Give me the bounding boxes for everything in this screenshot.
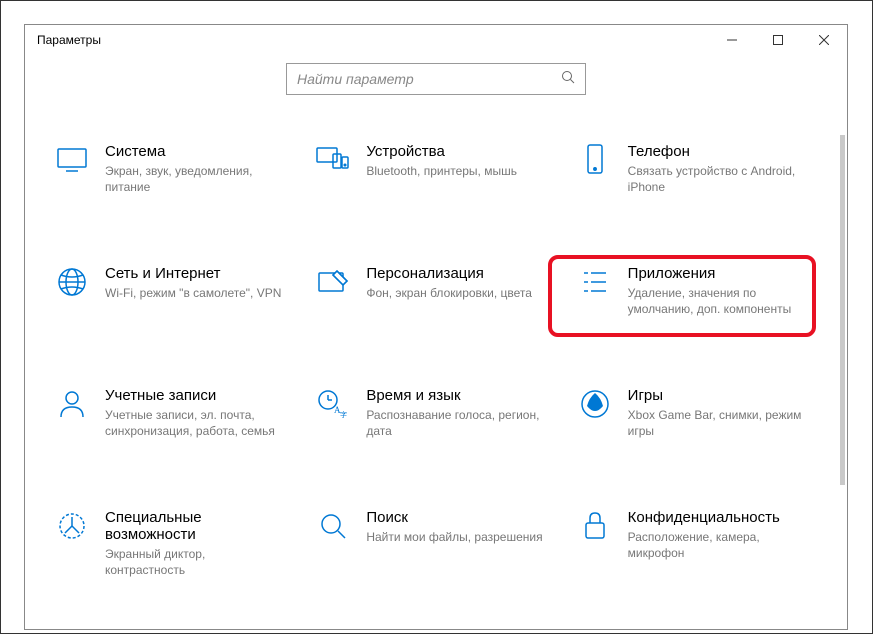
tile-title: Специальные возможности: [105, 509, 288, 543]
tile-title: Игры: [628, 387, 811, 404]
minimize-button[interactable]: [709, 25, 755, 55]
tile-devices[interactable]: Устройства Bluetooth, принтеры, мышь: [316, 143, 567, 203]
tile-network[interactable]: Сеть и Интернет Wi-Fi, режим "в самолете…: [55, 265, 306, 325]
window-controls: [709, 25, 847, 55]
settings-window: Параметры: [24, 24, 848, 630]
tile-title: Поиск: [366, 509, 542, 526]
time-icon: A字: [316, 387, 350, 421]
tile-gaming[interactable]: Игры Xbox Game Bar, снимки, режим игры: [578, 387, 829, 447]
network-icon: [55, 265, 89, 299]
system-icon: [55, 143, 89, 177]
tile-title: Конфиденциальность: [628, 509, 811, 526]
tile-desc: Найти мои файлы, разрешения: [366, 529, 542, 545]
tile-desc: Wi-Fi, режим "в самолете", VPN: [105, 285, 281, 301]
tile-accounts[interactable]: Учетные записи Учетные записи, эл. почта…: [55, 387, 306, 447]
tile-desc: Bluetooth, принтеры, мышь: [366, 163, 517, 179]
window-title: Параметры: [37, 33, 101, 47]
tile-desc: Связать устройство с Android, iPhone: [628, 163, 811, 195]
tile-desc: Учетные записи, эл. почта, синхронизация…: [105, 407, 288, 439]
phone-icon: [578, 143, 612, 177]
tile-title: Система: [105, 143, 288, 160]
search-icon: [561, 70, 575, 89]
tile-desc: Фон, экран блокировки, цвета: [366, 285, 532, 301]
tile-title: Сеть и Интернет: [105, 265, 281, 282]
tile-search[interactable]: Поиск Найти мои файлы, разрешения: [316, 509, 567, 578]
personalization-icon: [316, 265, 350, 299]
tile-apps[interactable]: Приложения Удаление, значения по умолчан…: [578, 265, 829, 325]
minimize-icon: [727, 35, 737, 45]
titlebar: Параметры: [25, 25, 847, 55]
content-area: Система Экран, звук, уведомления, питани…: [25, 113, 847, 629]
tile-privacy[interactable]: Конфиденциальность Расположение, камера,…: [578, 509, 829, 578]
privacy-icon: [578, 509, 612, 543]
close-button[interactable]: [801, 25, 847, 55]
ease-icon: [55, 509, 89, 543]
tile-desc: Расположение, камера, микрофон: [628, 529, 811, 561]
tile-title: Телефон: [628, 143, 811, 160]
tile-title: Персонализация: [366, 265, 532, 282]
scrollbar[interactable]: [840, 135, 845, 485]
tile-desc: Xbox Game Bar, снимки, режим игры: [628, 407, 811, 439]
maximize-button[interactable]: [755, 25, 801, 55]
tile-system[interactable]: Система Экран, звук, уведомления, питани…: [55, 143, 306, 203]
maximize-icon: [773, 35, 783, 45]
tile-personalization[interactable]: Персонализация Фон, экран блокировки, цв…: [316, 265, 567, 325]
tile-desc: Экран, звук, уведомления, питание: [105, 163, 288, 195]
tile-title: Время и язык: [366, 387, 549, 404]
tile-title: Учетные записи: [105, 387, 288, 404]
close-icon: [819, 35, 829, 45]
apps-icon: [578, 265, 612, 299]
svg-text:字: 字: [340, 410, 347, 419]
category-grid: Система Экран, звук, уведомления, питани…: [55, 143, 829, 578]
search-input[interactable]: [297, 71, 561, 87]
tile-desc: Экранный диктор, контрастность: [105, 546, 288, 578]
gaming-icon: [578, 387, 612, 421]
search-area: [25, 55, 847, 113]
tile-title: Приложения: [628, 265, 811, 282]
tile-phone[interactable]: Телефон Связать устройство с Android, iP…: [578, 143, 829, 203]
tile-time[interactable]: A字 Время и язык Распознавание голоса, ре…: [316, 387, 567, 447]
search-cat-icon: [316, 509, 350, 543]
tile-title: Устройства: [366, 143, 517, 160]
devices-icon: [316, 143, 350, 177]
search-box[interactable]: [286, 63, 586, 95]
tile-ease[interactable]: Специальные возможности Экранный диктор,…: [55, 509, 306, 578]
accounts-icon: [55, 387, 89, 421]
tile-desc: Удаление, значения по умолчанию, доп. ко…: [628, 285, 811, 317]
tile-desc: Распознавание голоса, регион, дата: [366, 407, 549, 439]
